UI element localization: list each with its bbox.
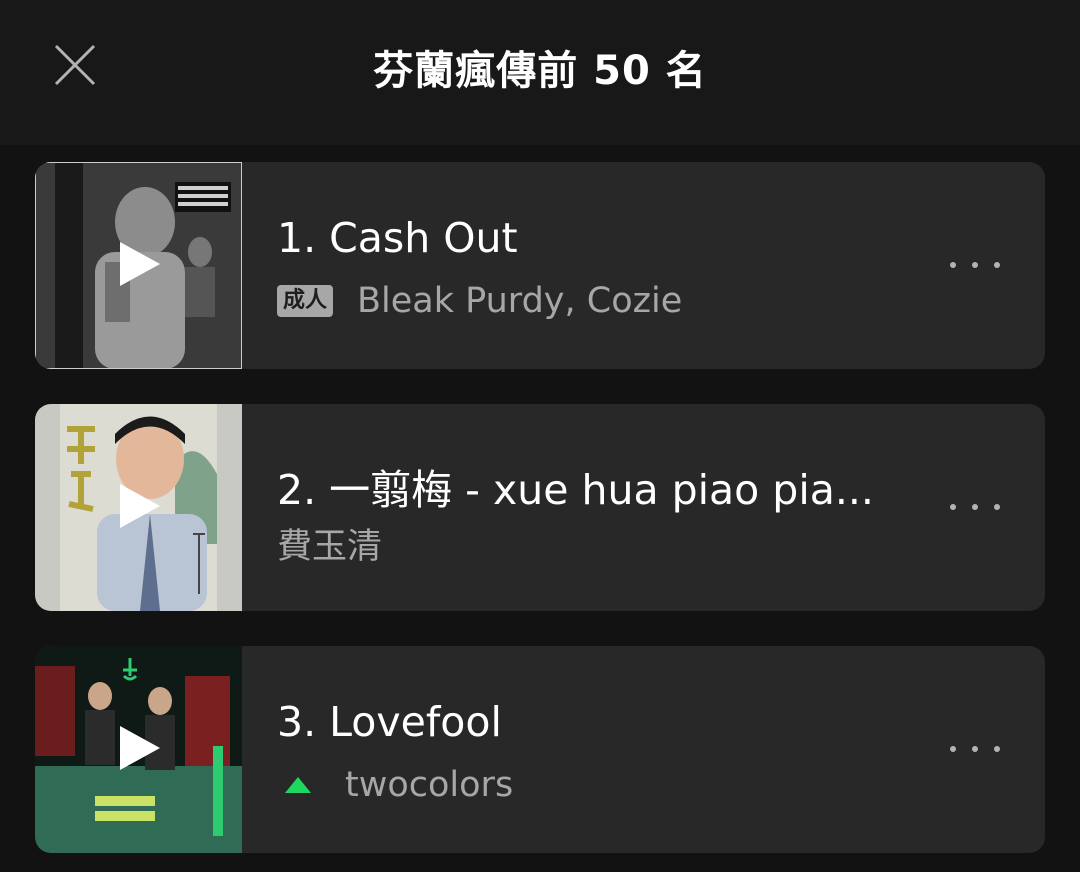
play-icon — [120, 726, 160, 770]
track-subtitle: 費玉清 — [277, 522, 382, 567]
track-row[interactable]: 2. 一翦梅 - xue hua piao pia... 費玉清 — [35, 404, 1045, 611]
explicit-badge: 成人 — [277, 285, 334, 317]
track-title: 1. Cash Out — [277, 214, 518, 262]
album-cover[interactable] — [35, 404, 242, 611]
track-row[interactable]: 1. Cash Out 成人 Bleak Purdy, Cozie — [35, 162, 1045, 369]
album-cover[interactable] — [35, 646, 242, 853]
header: 芬蘭瘋傳前 50 名 — [0, 0, 1080, 145]
more-options-button[interactable] — [950, 255, 1000, 275]
more-options-icon — [950, 504, 956, 510]
track-title: 2. 一翦梅 - xue hua piao pia... — [277, 466, 874, 514]
more-options-button[interactable] — [950, 497, 1000, 517]
track-row[interactable]: 3. Lovefool twocolors — [35, 646, 1045, 853]
track-list: 1. Cash Out 成人 Bleak Purdy, Cozie 2. 一翦梅… — [0, 145, 1080, 872]
track-title: 3. Lovefool — [277, 698, 502, 746]
track-artist[interactable]: Bleak Purdy, Cozie — [357, 281, 682, 321]
trending-up-icon — [285, 777, 311, 793]
track-subtitle: twocolors — [277, 764, 513, 806]
more-options-icon — [950, 746, 956, 752]
more-options-icon — [950, 262, 956, 268]
track-subtitle: 成人 Bleak Purdy, Cozie — [277, 280, 682, 322]
play-icon — [120, 242, 160, 286]
page-title: 芬蘭瘋傳前 50 名 — [373, 48, 707, 94]
play-icon — [120, 484, 160, 528]
track-artist[interactable]: 費玉清 — [277, 518, 382, 569]
more-options-button[interactable] — [950, 739, 1000, 759]
track-artist[interactable]: twocolors — [345, 765, 513, 805]
album-cover[interactable] — [35, 162, 242, 369]
